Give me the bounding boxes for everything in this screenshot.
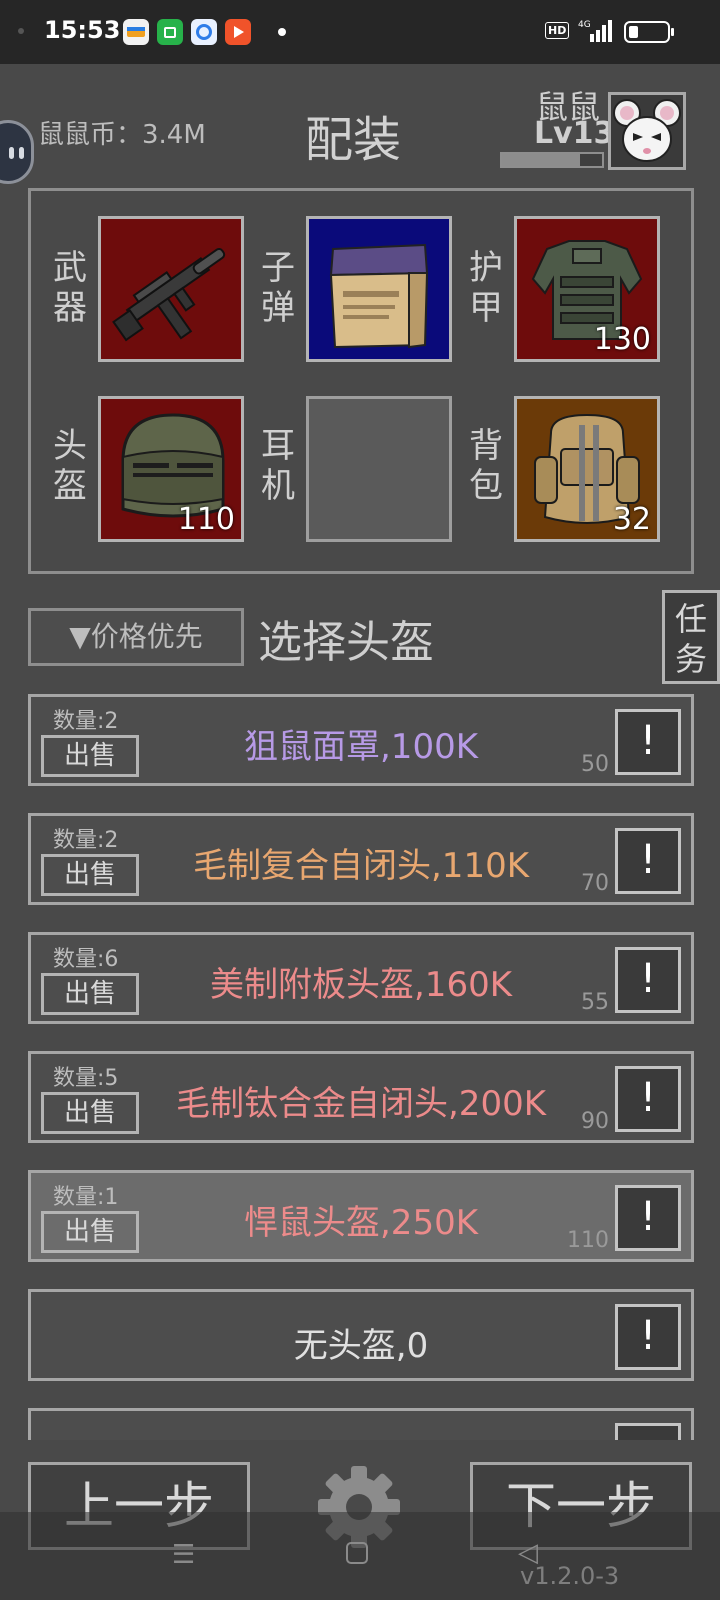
item-info-button[interactable]: ! [615,709,681,775]
page-title: 配装 [305,112,402,168]
item-quantity: 数量:2 [53,828,119,853]
mouse-avatar-icon [613,99,681,162]
sell-button[interactable]: 出售 [41,735,139,777]
headset-slot-label: 耳机 [261,426,295,506]
helmet-list-item-selected[interactable]: 数量:1 出售 悍鼠头盔,250K 110 ! [28,1170,694,1262]
sort-price-dropdown[interactable]: ▼价格优先 [28,608,244,666]
player-level: Lv13 [534,116,615,151]
armor-durability: 130 [593,322,651,357]
item-info-button[interactable]: ! [615,1304,681,1370]
status-bar: 15:53 HD 4G [0,0,720,64]
xp-progress-bar [500,152,604,168]
browser-app-icon [191,19,217,45]
item-name: 悍鼠头盔,250K [244,1203,478,1243]
home-icon[interactable] [346,1542,368,1564]
camera-dot [18,28,24,34]
item-quantity: 数量:6 [53,947,119,972]
floating-assistant-icon[interactable] [0,120,34,184]
item-durability: 50 [581,752,609,777]
item-name: 美制附板头盔,160K [210,965,512,1005]
version-label: v1.2.0-3 [520,1562,620,1590]
store-app-icon [157,19,183,45]
armor-slot-label: 护甲 [469,248,503,328]
battery-icon [624,21,670,43]
svg-text:4G: 4G [578,20,591,30]
section-title: 选择头盔 [258,617,434,668]
battery-tip [671,28,674,36]
sell-button[interactable]: 出售 [41,1211,139,1253]
signal-icon: 4G [578,20,612,42]
sell-button[interactable]: 出售 [41,1092,139,1134]
no-helmet-list-item[interactable]: 无头盔,0 ! [28,1289,694,1381]
item-name: 无头盔,0 [293,1326,429,1366]
task-button[interactable]: 任务 [662,590,720,684]
helmet-slot[interactable]: 110 [98,396,244,542]
ammo-slot-label: 子弹 [261,248,295,328]
ammo-box-icon [329,243,429,349]
item-name: 狙鼠面罩,100K [244,727,478,767]
item-name: 毛制复合自闭头,110K [193,846,529,886]
rifle-icon [112,247,226,342]
helmet-slot-label: 头盔 [53,426,87,506]
item-durability: 110 [567,1228,609,1253]
item-info-button[interactable]: ! [615,828,681,894]
item-durability: 70 [581,871,609,896]
weapon-slot[interactable] [98,216,244,362]
notification-dot [278,28,286,36]
helmet-list-item[interactable]: 数量:5 出售 毛制钛合金自闭头,200K 90 ! [28,1051,694,1143]
armor-slot[interactable]: 130 [514,216,660,362]
sell-button[interactable]: 出售 [41,973,139,1015]
hd-icon: HD [545,22,570,39]
helmet-list-item[interactable]: 数量:2 出售 狙鼠面罩,100K 50 ! [28,694,694,786]
item-info-button[interactable]: ! [615,1185,681,1251]
item-name: 毛制钛合金自闭头,200K [176,1084,546,1124]
item-info-button[interactable]: ! [615,1066,681,1132]
item-info-button[interactable]: ! [615,947,681,1013]
item-durability: 55 [581,990,609,1015]
video-app-icon [225,19,251,45]
helmet-list-item[interactable]: 数量:2 出售 毛制复合自闭头,110K 70 ! [28,813,694,905]
item-quantity: 数量:1 [53,1185,119,1210]
sell-button[interactable]: 出售 [41,854,139,896]
helmet-durability: 110 [177,502,235,537]
item-durability: 90 [581,1109,609,1134]
backpack-slot-label: 背包 [469,426,503,506]
status-time: 15:53 [44,16,121,44]
menu-icon[interactable]: ☰ [172,1540,195,1570]
avatar[interactable] [608,92,686,170]
item-quantity: 数量:5 [53,1066,119,1091]
backpack-slot[interactable]: 32 [514,396,660,542]
item-quantity: 数量:2 [53,709,119,734]
helmet-list-item[interactable]: 数量:6 出售 美制附板头盔,160K 55 ! [28,932,694,1024]
xp-progress-fill [502,154,580,166]
ammo-slot[interactable] [306,216,452,362]
headset-slot-empty[interactable] [306,396,452,542]
wallet-app-icon [123,19,149,45]
weapon-slot-label: 武器 [53,248,87,328]
backpack-capacity: 32 [612,502,651,537]
coin-balance: 鼠鼠币：3.4M [38,120,206,150]
